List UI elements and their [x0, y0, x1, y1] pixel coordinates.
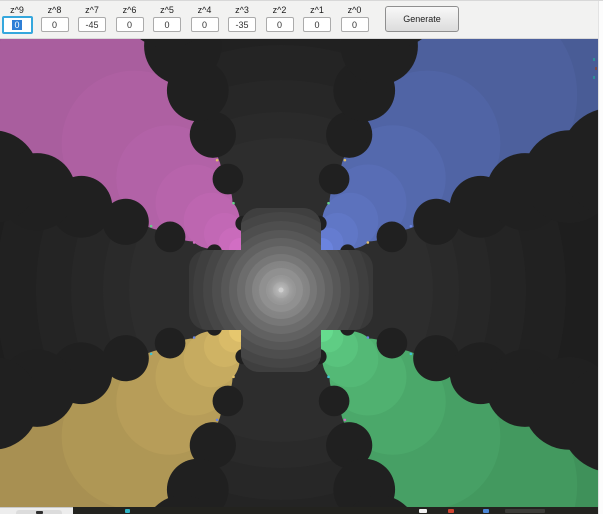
coeff-input-z5[interactable]: 0	[153, 17, 181, 32]
coeff-value-z8: 0	[51, 19, 57, 30]
taskbar-strip	[0, 507, 598, 514]
coeff-field-z4: z^4 0	[190, 4, 220, 34]
coeff-input-z6[interactable]: 0	[115, 17, 144, 32]
coeff-input-z7[interactable]: -45	[78, 17, 106, 32]
taskbar-right	[73, 507, 598, 514]
coeff-input-z9[interactable]: 0	[1, 16, 33, 34]
coeff-value-z0: 0	[351, 19, 357, 30]
coeff-value-z7: -45	[85, 19, 99, 30]
coeff-label-z3: z^3	[235, 5, 249, 15]
generate-button[interactable]: Generate	[385, 6, 459, 32]
coeff-label-z7: z^7	[85, 5, 99, 15]
coeff-field-z7: z^7 -45	[77, 4, 107, 34]
taskbar-icon-2[interactable]	[448, 509, 454, 513]
taskbar-icon-1[interactable]	[419, 509, 427, 513]
coeff-input-z0[interactable]: 0	[340, 17, 369, 32]
coeff-field-z1: z^1 0	[302, 4, 332, 34]
coeff-field-z5: z^5 0	[152, 4, 182, 34]
coeff-input-z2[interactable]: 0	[265, 17, 294, 32]
taskbar-left	[0, 507, 73, 514]
fractal-canvas	[0, 39, 598, 507]
coeff-field-z8: z^8 0	[40, 4, 70, 34]
coeff-fields: z^9 0 z^8 0 z^7 -45 z^6 0 z^5 0 z^4 0 z^3 -35 z^2 0 z^1 0…	[0, 1, 377, 34]
taskbar-icon-4[interactable]	[505, 509, 545, 513]
coeff-value-z3: -35	[235, 19, 249, 30]
coeff-value-z9: 0	[12, 20, 22, 30]
coeff-input-z1[interactable]: 0	[303, 17, 331, 32]
coeff-input-z4[interactable]: 0	[190, 17, 219, 32]
coeff-label-z6: z^6	[122, 5, 137, 15]
coeff-label-z0: z^0	[347, 5, 362, 15]
coeff-field-z6: z^6 0	[115, 4, 145, 34]
coeff-value-z6: 0	[126, 19, 132, 30]
coeff-field-z0: z^0 0	[340, 4, 370, 34]
fractal-app-window: z^9 0 z^8 0 z^7 -45 z^6 0 z^5 0 z^4 0 z^3 -35 z^2 0 z^1 0…	[0, 0, 603, 514]
coeff-value-z4: 0	[201, 19, 207, 30]
coeff-label-z2: z^2	[272, 5, 287, 15]
coeff-label-z4: z^4	[197, 5, 212, 15]
coeff-input-z8[interactable]: 0	[40, 17, 69, 32]
coeff-label-z1: z^1	[310, 5, 324, 15]
taskbar-icon-0[interactable]	[125, 509, 130, 513]
coeff-field-z9: z^9 0	[1, 4, 33, 34]
taskbar-widget[interactable]	[16, 510, 62, 514]
coefficient-toolbar: z^9 0 z^8 0 z^7 -45 z^6 0 z^5 0 z^4 0 z^3 -35 z^2 0 z^1 0…	[0, 1, 598, 39]
coeff-value-z1: 0	[314, 19, 320, 30]
coeff-label-z5: z^5	[160, 5, 174, 15]
coeff-field-z2: z^2 0	[265, 4, 295, 34]
coeff-value-z2: 0	[276, 19, 282, 30]
coeff-label-z8: z^8	[47, 5, 62, 15]
coeff-input-z3[interactable]: -35	[228, 17, 256, 32]
window-right-edge	[598, 1, 603, 514]
coeff-value-z5: 0	[164, 19, 170, 30]
coeff-field-z3: z^3 -35	[227, 4, 257, 34]
taskbar-icon-3[interactable]	[483, 509, 489, 513]
